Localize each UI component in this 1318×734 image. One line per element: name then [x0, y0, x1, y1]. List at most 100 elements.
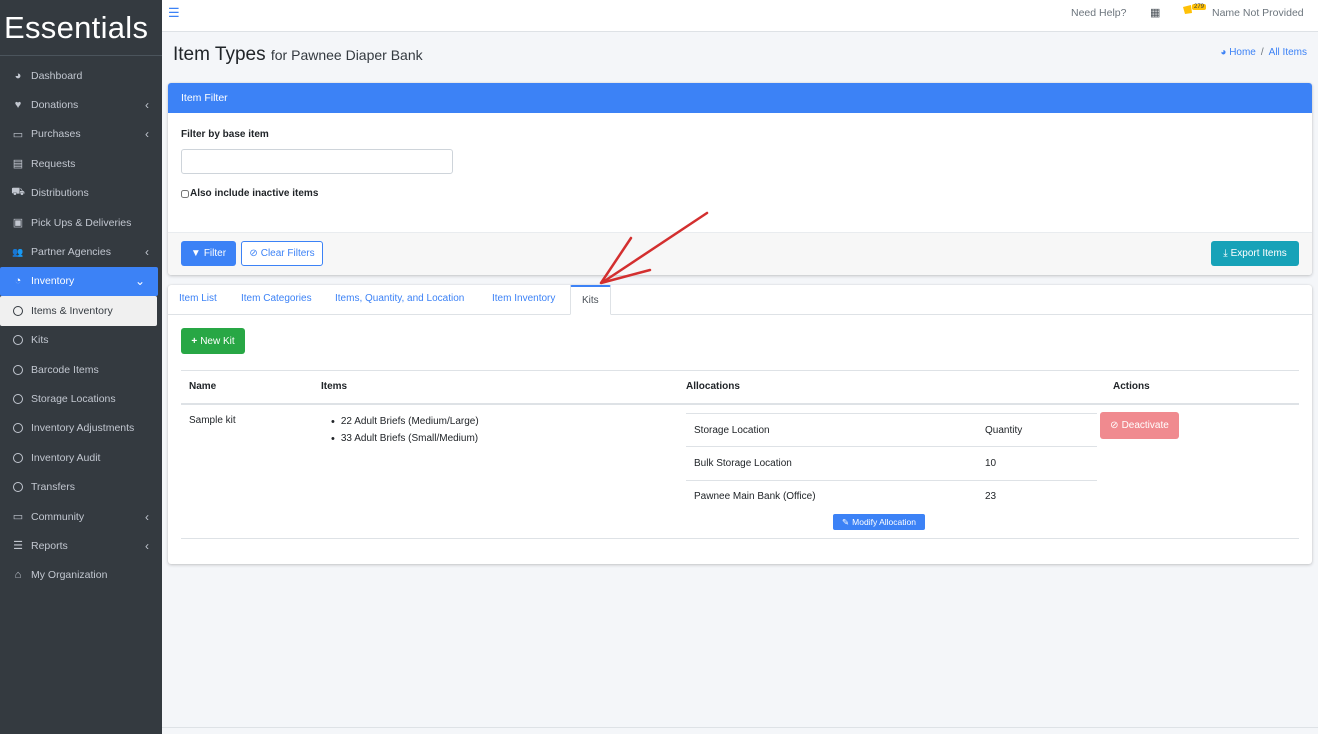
column-header-actions: Actions: [1113, 381, 1150, 392]
sidebar-item-distributions[interactable]: ⛟ Distributions: [0, 179, 162, 208]
new-kit-button[interactable]: + New Kit: [181, 328, 245, 354]
sidebar-item-label: Storage Locations: [31, 392, 116, 405]
sidebar-item-label: Partner Agencies: [31, 246, 111, 259]
circle-icon: [11, 305, 25, 316]
deactivate-button[interactable]: ⊘ Deactivate: [1100, 412, 1179, 439]
sidebar-item-dashboard[interactable]: ◕ Dashboard: [0, 61, 162, 90]
allocation-location: Bulk Storage Location: [694, 458, 792, 469]
chevron-left-icon: ‹: [145, 127, 149, 142]
sidebar-item-label: Transfers: [31, 481, 75, 494]
allocation-quantity: 10: [985, 458, 997, 469]
user-menu[interactable]: Name Not Provided: [1212, 7, 1304, 19]
modify-allocation-label: Modify Allocation: [852, 517, 916, 527]
export-items-label: Export Items: [1230, 248, 1287, 259]
item-filter-title: Item Filter: [168, 83, 1312, 113]
sidebar-item-label: My Organization: [31, 569, 108, 582]
cart-icon: ⛟: [11, 186, 25, 199]
column-header-allocations: Allocations: [686, 381, 740, 392]
users-icon: 👥: [12, 246, 24, 257]
item-tabs-card: Item List Item Categories Items, Quantit…: [168, 285, 1312, 564]
sidebar-item-label: Kits: [31, 334, 49, 347]
circle-icon: [11, 364, 25, 375]
filter-button[interactable]: ▼ Filter: [181, 241, 236, 266]
sidebar-item-inventory-audit[interactable]: Inventory Audit: [0, 443, 162, 472]
breadcrumb-home[interactable]: Home: [1229, 47, 1256, 58]
allocation-header-location: Storage Location: [694, 425, 770, 436]
column-header-items: Items: [321, 381, 348, 392]
pie-chart-icon: ◔: [14, 275, 22, 288]
chevron-left-icon: ‹: [145, 538, 149, 553]
breadcrumb: ◕ Home / All Items: [1220, 47, 1307, 58]
sidebar-item-label: Inventory Adjustments: [31, 422, 135, 435]
kit-name: Sample kit: [189, 415, 236, 426]
deactivate-label: Deactivate: [1121, 420, 1169, 431]
sidebar-item-label: Dashboard: [31, 69, 83, 82]
annotation-arrow-icon: [599, 211, 709, 285]
sidebar-item-requests[interactable]: ▤ Requests: [0, 149, 162, 178]
allocation-header-quantity: Quantity: [985, 425, 1023, 436]
allocation-quantity: 23: [985, 491, 997, 502]
allocation-divider: [686, 480, 1097, 481]
clear-filters-button[interactable]: ⊘ Clear Filters: [241, 241, 323, 266]
top-navbar: ☰ Need Help? ▦ 279 Name Not Provided: [162, 0, 1318, 32]
modify-allocation-button[interactable]: ✎ Modify Allocation: [833, 514, 925, 530]
circle-icon: [11, 452, 25, 463]
sidebar-item-inventory[interactable]: ◔ Inventory ⌄: [0, 266, 158, 297]
tab-item-inventory[interactable]: Item Inventory: [492, 293, 555, 304]
sidebar-item-donations[interactable]: ♥ Donations ‹: [0, 90, 162, 119]
include-inactive-checkbox[interactable]: [181, 189, 189, 198]
dashboard-icon: ◕: [14, 69, 22, 82]
sidebar-item-label: Items & Inventory: [31, 304, 113, 317]
kit-items-list: 22 Adult Briefs (Medium/Large) 33 Adult …: [331, 413, 479, 447]
notification-badge: 279: [1192, 4, 1207, 10]
table-divider: [181, 370, 1299, 371]
list-item: 22 Adult Briefs (Medium/Large): [331, 413, 479, 430]
filter-base-item-input[interactable]: [181, 149, 453, 174]
export-items-button[interactable]: ⤓ Export Items: [1211, 241, 1299, 266]
sidebar-item-label: Distributions: [31, 187, 89, 200]
sidebar-item-items-inventory[interactable]: Items & Inventory: [0, 296, 157, 326]
download-icon: ⤓: [1223, 248, 1228, 259]
home-icon: ⌂: [14, 569, 22, 582]
table-bottom-divider: [181, 538, 1299, 539]
need-help-link[interactable]: Need Help?: [1071, 7, 1126, 19]
sidebar-item-label: Community: [31, 510, 85, 523]
clear-filters-label: Clear Filters: [260, 248, 315, 259]
file-icon: ▤: [12, 158, 24, 171]
sidebar-item-label: Donations: [31, 99, 79, 112]
inactive-items-row[interactable]: Also include inactive items: [181, 188, 318, 199]
hamburger-menu-icon[interactable]: ☰: [168, 5, 180, 21]
allocation-divider: [686, 446, 1097, 447]
calendar-icon[interactable]: ▦: [1150, 6, 1160, 19]
filter-button-label: Filter: [203, 248, 227, 259]
edit-icon: ✎: [842, 516, 850, 527]
breadcrumb-current[interactable]: All Items: [1269, 47, 1307, 58]
chevron-left-icon: ‹: [145, 98, 149, 113]
circle-icon: [11, 335, 25, 346]
allocation-divider: [686, 413, 1097, 414]
tab-item-list[interactable]: Item List: [179, 293, 217, 304]
sidebar-item-my-organization[interactable]: ⌂ My Organization: [0, 561, 162, 590]
sidebar-item-inventory-adjustments[interactable]: Inventory Adjustments: [0, 414, 162, 443]
sidebar-item-storage-locations[interactable]: Storage Locations: [0, 384, 162, 413]
tab-items-quantity-location[interactable]: Items, Quantity, and Location: [335, 293, 464, 304]
sidebar-item-kits[interactable]: Kits: [0, 326, 162, 355]
money-icon: ▭: [12, 128, 24, 141]
ban-icon: ⊘: [1110, 420, 1119, 431]
filter-footer: ▼ Filter ⊘ Clear Filters ⤓ Export Items: [168, 232, 1312, 275]
brand-name: Essentials: [4, 9, 149, 45]
sidebar-item-pickups-deliveries[interactable]: ▣ Pick Ups & Deliveries: [0, 208, 162, 237]
brand-logo[interactable]: Essentials: [0, 0, 162, 56]
sidebar-item-purchases[interactable]: ▭ Purchases ‹: [0, 120, 162, 149]
sidebar-item-label: Inventory Audit: [31, 451, 101, 464]
sidebar-item-community[interactable]: ▭ Community ‹: [0, 502, 162, 531]
heart-icon: ♥: [14, 99, 22, 112]
sidebar-item-transfers[interactable]: Transfers: [0, 472, 162, 501]
new-kit-label: New Kit: [200, 335, 235, 347]
sidebar-item-barcode-items[interactable]: Barcode Items: [0, 355, 162, 384]
sidebar-item-reports[interactable]: ☰ Reports ‹: [0, 531, 162, 560]
sidebar-item-partner-agencies[interactable]: 👥 Partner Agencies ‹: [0, 237, 162, 266]
calendar-icon: ▣: [12, 217, 24, 230]
chevron-left-icon: ‹: [145, 245, 149, 260]
tab-item-categories[interactable]: Item Categories: [241, 293, 312, 304]
